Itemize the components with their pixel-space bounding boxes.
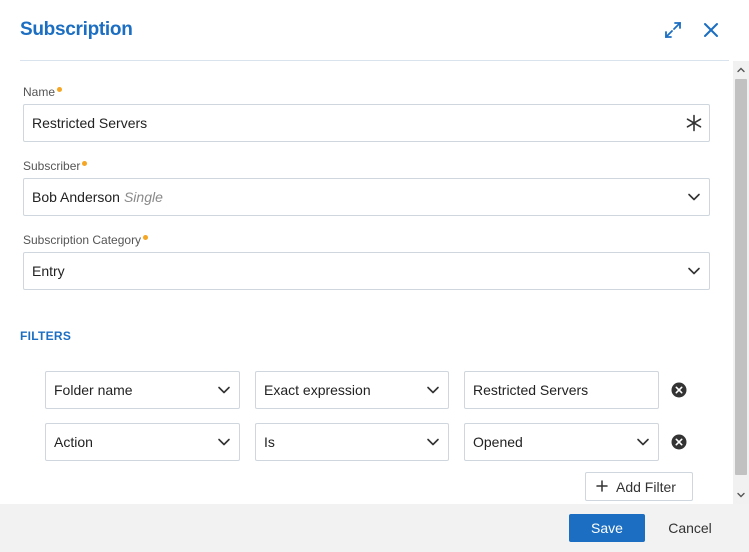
name-label: Name <box>23 85 63 99</box>
required-indicator <box>143 235 149 240</box>
save-button[interactable]: Save <box>569 514 645 542</box>
vertical-scrollbar[interactable] <box>733 61 749 504</box>
filter-value-text: Restricted Servers <box>473 382 589 398</box>
chevron-down-icon[interactable] <box>426 383 440 397</box>
filter-field-select[interactable]: Folder name <box>45 371 240 409</box>
filter-operator-select[interactable]: Is <box>255 423 449 461</box>
chevron-down-icon[interactable] <box>636 435 650 449</box>
dialog-header: Subscription <box>0 0 749 61</box>
remove-filter-icon[interactable] <box>671 434 687 450</box>
name-input[interactable]: Restricted Servers <box>23 104 710 142</box>
expand-icon[interactable] <box>663 20 683 40</box>
chevron-down-icon[interactable] <box>217 435 231 449</box>
close-icon[interactable] <box>701 20 721 40</box>
category-value: Entry <box>32 263 65 279</box>
subscriber-label-text: Subscriber <box>23 159 81 173</box>
required-indicator <box>57 87 63 92</box>
subscriber-label: Subscriber <box>23 159 88 173</box>
cancel-button[interactable]: Cancel <box>660 514 720 542</box>
chevron-down-icon[interactable] <box>687 264 701 278</box>
required-indicator <box>82 161 88 166</box>
filter-operator-select[interactable]: Exact expression <box>255 371 449 409</box>
chevron-down-icon[interactable] <box>217 383 231 397</box>
name-label-text: Name <box>23 85 56 99</box>
filter-field-select[interactable]: Action <box>45 423 240 461</box>
category-label: Subscription Category <box>23 233 149 247</box>
remove-filter-icon[interactable] <box>671 382 687 398</box>
filter-value-text: Opened <box>473 434 523 450</box>
dialog-footer: Save Cancel <box>0 504 749 552</box>
filter-value-select[interactable]: Opened <box>464 423 659 461</box>
dialog-title: Subscription <box>20 19 133 40</box>
subscriber-value: Bob Anderson Single <box>32 189 163 205</box>
subscriber-name: Bob Anderson <box>32 189 120 205</box>
scroll-up-icon[interactable] <box>736 65 746 75</box>
category-select[interactable]: Entry <box>23 252 710 290</box>
filter-field-value: Folder name <box>54 382 133 398</box>
dialog-body: Name Restricted Servers Subscriber Bob A… <box>0 61 733 504</box>
add-filter-button[interactable]: Add Filter <box>585 472 693 501</box>
chevron-down-icon[interactable] <box>687 190 701 204</box>
scrollbar-thumb[interactable] <box>735 79 747 475</box>
add-filter-label: Add Filter <box>616 479 676 495</box>
subscriber-type: Single <box>123 189 163 205</box>
category-label-text: Subscription Category <box>23 233 142 247</box>
asterisk-icon[interactable] <box>685 114 703 132</box>
subscriber-select[interactable]: Bob Anderson Single <box>23 178 710 216</box>
chevron-down-icon[interactable] <box>426 435 440 449</box>
filter-operator-value: Is <box>264 434 275 450</box>
plus-icon <box>595 479 609 493</box>
scroll-down-icon[interactable] <box>736 490 746 500</box>
filter-value-input[interactable]: Restricted Servers <box>464 371 659 409</box>
filter-field-value: Action <box>54 434 93 450</box>
filters-heading: FILTERS <box>20 329 72 343</box>
name-input-value: Restricted Servers <box>32 115 148 131</box>
filter-operator-value: Exact expression <box>264 382 371 398</box>
